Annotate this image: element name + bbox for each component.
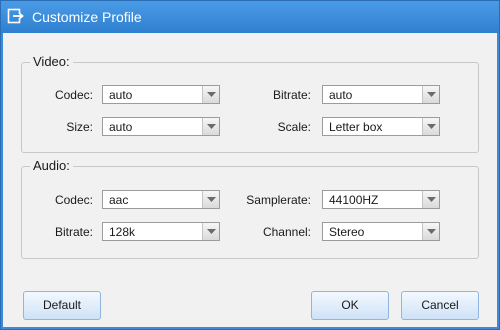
chevron-down-icon[interactable] (422, 118, 439, 135)
audio-group-legend: Audio: (33, 158, 70, 173)
audio-codec-select[interactable]: aac (102, 190, 220, 209)
dialog-title: Customize Profile (32, 9, 142, 25)
cancel-button[interactable]: Cancel (401, 291, 479, 320)
video-codec-select[interactable]: auto (102, 85, 220, 104)
chevron-down-icon[interactable] (422, 191, 439, 208)
chevron-down-icon[interactable] (422, 223, 439, 240)
video-scale-select[interactable]: Letter box (322, 117, 440, 136)
audio-channel-select[interactable]: Stereo (322, 222, 440, 241)
audio-codec-label: Codec: (54, 193, 93, 207)
video-bitrate-label: Bitrate: (272, 88, 311, 102)
audio-bitrate-select[interactable]: 128k (102, 222, 220, 241)
video-bitrate-select[interactable]: auto (322, 85, 440, 104)
chevron-down-icon[interactable] (202, 86, 219, 103)
chevron-down-icon[interactable] (202, 118, 219, 135)
audio-samplerate-value: 44100HZ (329, 193, 379, 207)
audio-channel-value: Stereo (329, 225, 365, 239)
default-button[interactable]: Default (23, 291, 101, 320)
chevron-down-icon[interactable] (202, 191, 219, 208)
video-size-label: Size: (66, 120, 93, 134)
ok-button[interactable]: OK (311, 291, 389, 320)
audio-samplerate-select[interactable]: 44100HZ (322, 190, 440, 209)
audio-samplerate-label: Samplerate: (246, 193, 311, 207)
audio-codec-value: aac (109, 193, 129, 207)
video-scale-label: Scale: (277, 120, 311, 134)
export-icon (7, 7, 25, 25)
chevron-down-icon[interactable] (422, 86, 439, 103)
video-codec-value: auto (109, 88, 133, 102)
video-bitrate-value: auto (329, 88, 353, 102)
audio-bitrate-label: Bitrate: (54, 225, 93, 239)
video-codec-label: Codec: (54, 88, 93, 102)
video-size-select[interactable]: auto (102, 117, 220, 136)
audio-group: Audio: (21, 159, 479, 259)
video-group-legend: Video: (33, 54, 70, 69)
video-size-value: auto (109, 120, 133, 134)
video-scale-value: Letter box (329, 120, 383, 134)
audio-channel-label: Channel: (262, 225, 311, 239)
customize-profile-dialog: Customize Profile Video: Codec: auto Bit… (0, 0, 500, 330)
chevron-down-icon[interactable] (202, 223, 219, 240)
dialog-body: Video: Codec: auto Bitrate: auto Size: a… (3, 33, 497, 327)
audio-bitrate-value: 128k (109, 225, 136, 239)
video-group: Video: (21, 55, 479, 153)
title-bar[interactable]: Customize Profile (1, 1, 499, 33)
